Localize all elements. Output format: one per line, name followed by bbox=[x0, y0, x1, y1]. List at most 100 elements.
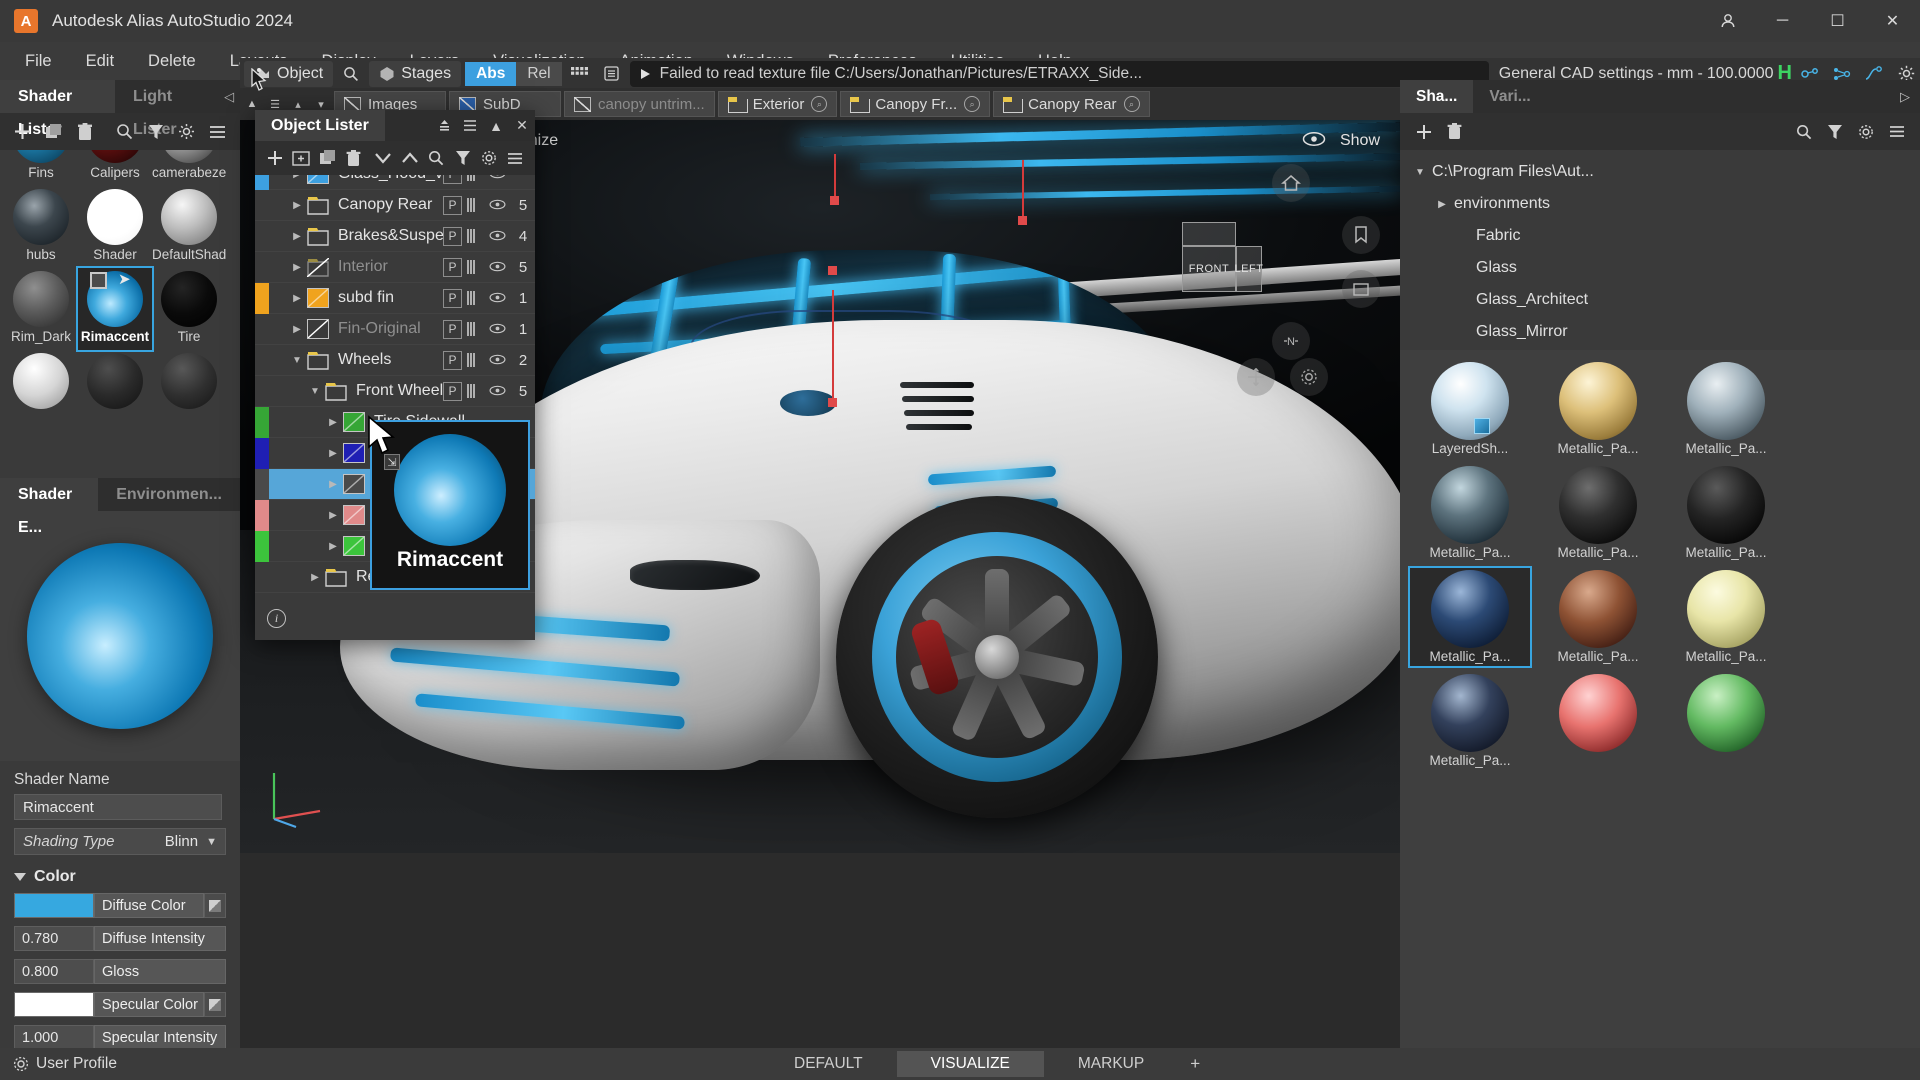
shader-swatch-grid[interactable]: FinsCaliperscamerabezelhubsShaderDefault… bbox=[0, 150, 240, 478]
gear-icon[interactable] bbox=[173, 118, 200, 145]
checkbox-icon[interactable] bbox=[90, 272, 107, 289]
mode-tab-visualize[interactable]: VISUALIZE bbox=[897, 1051, 1044, 1077]
move-icon[interactable] bbox=[1237, 358, 1275, 396]
delete-icon[interactable] bbox=[1441, 118, 1468, 145]
compass-icon[interactable]: N bbox=[1272, 322, 1310, 360]
chevron-right-icon[interactable]: ▶ bbox=[287, 231, 307, 242]
pick-toggle[interactable]: P bbox=[443, 289, 462, 308]
layer-magnifier-icon[interactable]: ⌕ bbox=[1124, 96, 1140, 112]
object-lister-row[interactable]: ▼WheelsP2 bbox=[255, 345, 535, 376]
library-tree-node[interactable]: Glass_Mirror bbox=[1400, 316, 1920, 348]
layer-tab-2[interactable]: canopy untrim... bbox=[564, 91, 715, 117]
symmetry-icon[interactable] bbox=[467, 198, 481, 212]
tab-shader-editor-0[interactable]: Shader E... bbox=[0, 478, 98, 511]
collapse-left-icon[interactable]: ◁ bbox=[218, 80, 240, 113]
library-shader-item[interactable]: LayeredSh... bbox=[1410, 360, 1530, 458]
library-shader-item[interactable] bbox=[1666, 672, 1786, 770]
object-lister-row[interactable]: ▶Canopy RearP5 bbox=[255, 190, 535, 221]
perspective-icon[interactable] bbox=[1342, 270, 1380, 308]
pick-toggle[interactable]: P bbox=[443, 258, 462, 277]
list-icon[interactable] bbox=[457, 110, 483, 141]
tab-library-0[interactable]: Sha... bbox=[1400, 80, 1473, 113]
shader-swatch[interactable]: Fins bbox=[4, 150, 78, 186]
library-shader-item[interactable]: Metallic_Pa... bbox=[1666, 360, 1786, 458]
shader-swatch[interactable] bbox=[4, 350, 78, 432]
chevron-right-icon[interactable]: ▶ bbox=[287, 175, 307, 180]
tab-light-lister[interactable]: Light Lister bbox=[115, 80, 218, 113]
library-shader-item[interactable]: Metallic_Pa... bbox=[1410, 672, 1530, 770]
chevron-right-icon[interactable]: ▶ bbox=[287, 262, 307, 273]
pick-toggle[interactable]: P bbox=[443, 351, 462, 370]
dock-icon[interactable] bbox=[431, 110, 457, 141]
attribute-value-field[interactable]: 0.780 bbox=[14, 926, 94, 951]
user-profile-button[interactable]: User Profile bbox=[0, 1055, 117, 1073]
shader-name-input[interactable]: Rimaccent bbox=[14, 794, 222, 820]
gear-icon[interactable] bbox=[1290, 358, 1328, 396]
filter-icon[interactable] bbox=[142, 118, 169, 145]
chevron-right-icon[interactable]: ▶ bbox=[287, 200, 307, 211]
stages-button[interactable]: Stages bbox=[369, 61, 461, 87]
chevron-right-icon[interactable]: ▶ bbox=[1430, 199, 1454, 210]
pick-toggle[interactable]: P bbox=[443, 227, 462, 246]
chevron-down-icon[interactable]: ▼ bbox=[305, 386, 325, 397]
account-icon[interactable] bbox=[1700, 0, 1755, 42]
visibility-eye-icon[interactable] bbox=[487, 229, 507, 244]
visibility-eye-icon[interactable] bbox=[487, 175, 507, 182]
object-lister-row[interactable]: ▶InteriorP5 bbox=[255, 252, 535, 283]
texture-map-icon[interactable] bbox=[204, 893, 226, 918]
info-icon[interactable]: i bbox=[267, 609, 286, 628]
grid-icon[interactable] bbox=[566, 61, 594, 87]
menu-item-delete[interactable]: Delete bbox=[131, 46, 213, 77]
filter-icon[interactable] bbox=[451, 145, 474, 172]
abs-button[interactable]: Abs bbox=[465, 62, 516, 86]
view-cube-top[interactable] bbox=[1182, 222, 1236, 246]
view-cube[interactable]: FRONT LEFT bbox=[1174, 216, 1258, 300]
attribute-value-field[interactable]: 1.000 bbox=[14, 1025, 94, 1050]
shader-swatch[interactable]: ➤Rimaccent bbox=[78, 268, 152, 350]
object-lister-row[interactable]: ▼Front WheelP5 bbox=[255, 376, 535, 407]
chevron-right-icon[interactable]: ▶ bbox=[287, 324, 307, 335]
pick-toggle[interactable]: P bbox=[443, 175, 462, 184]
layer-magnifier-icon[interactable]: ⌕ bbox=[811, 96, 827, 112]
search-icon[interactable] bbox=[1790, 118, 1817, 145]
caret-down-icon[interactable] bbox=[372, 145, 395, 172]
object-lister-row[interactable]: ▶Glass_Hood_v...P bbox=[255, 175, 535, 190]
visibility-eye-icon[interactable] bbox=[487, 260, 507, 275]
layer-tab-5[interactable]: Canopy Rear⌕ bbox=[993, 91, 1149, 117]
mode-tab-default[interactable]: DEFAULT bbox=[760, 1051, 897, 1077]
color-swatch[interactable] bbox=[14, 893, 94, 918]
library-shader-item[interactable]: Metallic_Pa... bbox=[1666, 568, 1786, 666]
chevron-right-icon[interactable]: ▶ bbox=[305, 572, 325, 583]
duplicate-icon[interactable] bbox=[40, 118, 67, 145]
minimize-button[interactable]: ─ bbox=[1755, 0, 1810, 42]
bookmark-icon[interactable] bbox=[1342, 216, 1380, 254]
object-lister-row[interactable]: ▶Brakes&SuspensioP4 bbox=[255, 221, 535, 252]
duplicate-icon[interactable] bbox=[316, 145, 339, 172]
shader-swatch[interactable]: Shader bbox=[78, 186, 152, 268]
symmetry-icon[interactable] bbox=[467, 175, 481, 181]
layer-tab-3[interactable]: Exterior⌕ bbox=[718, 91, 838, 117]
shader-swatch[interactable]: hubs bbox=[4, 186, 78, 268]
mode-tab-markup[interactable]: MARKUP bbox=[1044, 1051, 1178, 1077]
shader-swatch[interactable]: Calipers bbox=[78, 150, 152, 186]
chevron-right-icon[interactable]: ▶ bbox=[323, 417, 343, 428]
add-mode-button[interactable]: + bbox=[1178, 1054, 1212, 1074]
search-icon[interactable] bbox=[337, 61, 365, 87]
add-folder-icon[interactable] bbox=[289, 145, 312, 172]
library-tree-node[interactable]: ▼C:\Program Files\Aut... bbox=[1400, 156, 1920, 188]
eye-icon[interactable] bbox=[1302, 131, 1326, 152]
chevron-right-icon[interactable]: ▶ bbox=[323, 541, 343, 552]
menu-item-edit[interactable]: Edit bbox=[69, 46, 131, 77]
color-section-header[interactable]: Color bbox=[0, 855, 240, 892]
maximize-button[interactable]: ☐ bbox=[1810, 0, 1865, 42]
library-shader-item[interactable] bbox=[1538, 672, 1658, 770]
rel-button[interactable]: Rel bbox=[516, 62, 561, 86]
library-shader-item[interactable]: Metallic_Pa... bbox=[1410, 568, 1530, 666]
pick-toggle[interactable]: P bbox=[443, 382, 462, 401]
add-icon[interactable] bbox=[1410, 118, 1437, 145]
menu-icon[interactable] bbox=[504, 145, 527, 172]
abs-rel-toggle[interactable]: Abs Rel bbox=[465, 62, 562, 86]
library-shader-item[interactable]: Metallic_Pa... bbox=[1666, 464, 1786, 562]
view-cube-left[interactable]: LEFT bbox=[1236, 246, 1262, 292]
layer-magnifier-icon[interactable]: ⌕ bbox=[964, 96, 980, 112]
